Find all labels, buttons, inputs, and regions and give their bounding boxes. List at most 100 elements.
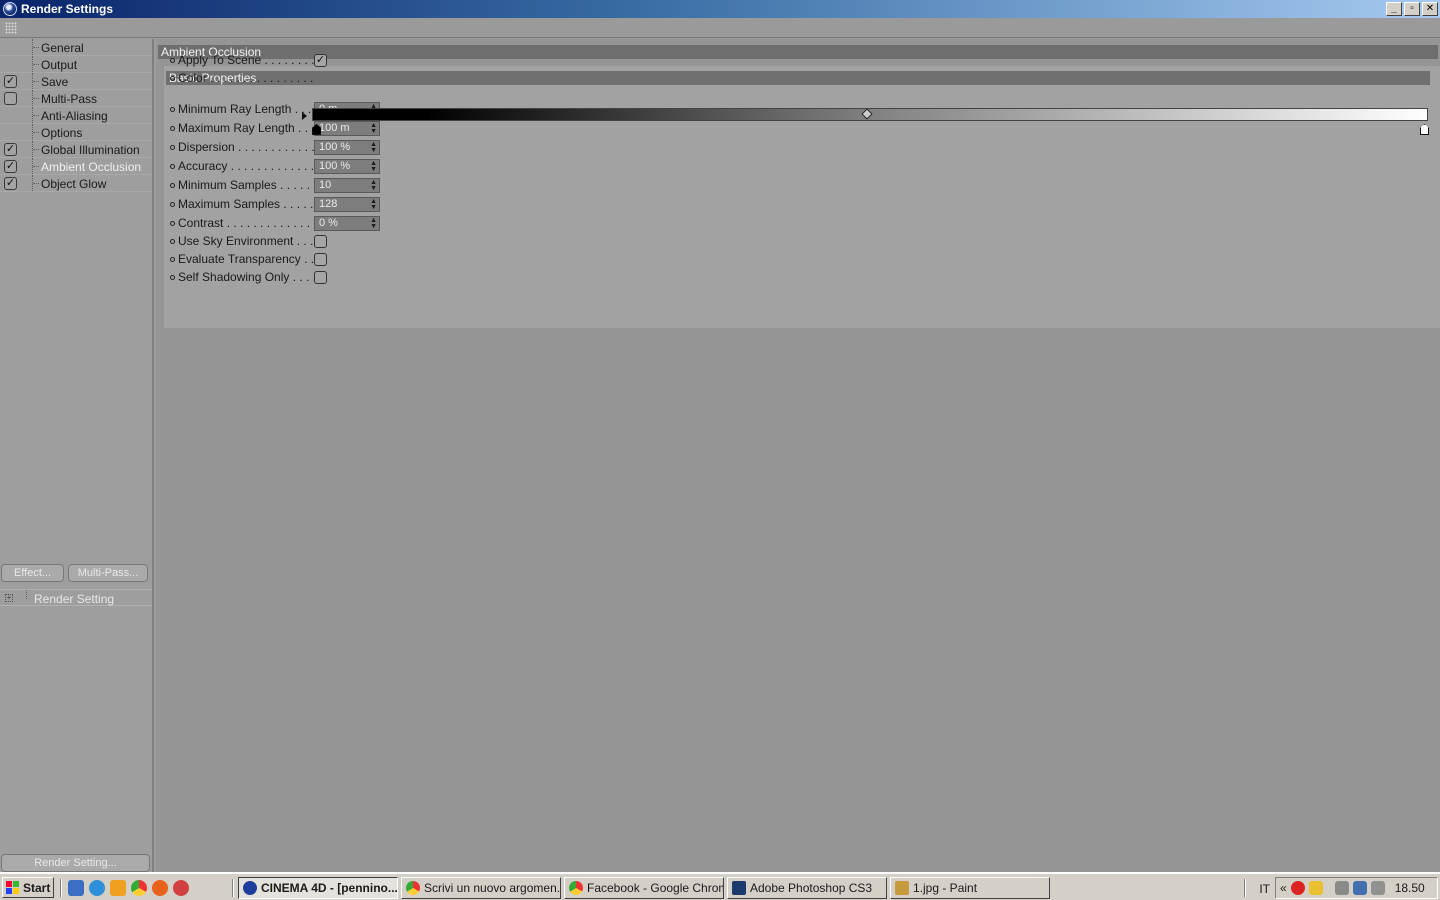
minimize-button[interactable]: _ xyxy=(1386,2,1402,16)
taskbar-task-0[interactable]: CINEMA 4D - [pennino... xyxy=(238,877,398,899)
animation-dot-icon[interactable] xyxy=(170,163,175,169)
animation-dot-icon[interactable] xyxy=(170,106,175,112)
effect-button[interactable]: Effect... xyxy=(1,564,64,582)
property-label: Contrast xyxy=(178,216,314,230)
sidebar-item-anti-aliasing[interactable]: Anti-Aliasing xyxy=(0,107,152,124)
property-label: Minimum Ray Length xyxy=(178,102,314,116)
property-label: Color xyxy=(178,71,314,85)
animation-dot-icon[interactable] xyxy=(170,144,175,150)
animation-dot-icon[interactable] xyxy=(170,220,175,226)
property-self-shadowing-only: Self Shadowing Only xyxy=(170,269,327,285)
checkmark-icon[interactable]: ✓ xyxy=(4,75,17,88)
stepper-arrows-icon[interactable]: ▲▼ xyxy=(370,179,377,192)
opera-icon[interactable] xyxy=(173,880,189,896)
taskbar-task-1[interactable]: Scrivi un nuovo argomen... xyxy=(401,877,561,899)
sidebar-item-object-glow[interactable]: ✓ Object Glow xyxy=(0,175,152,192)
property-label-text: Apply To Scene xyxy=(178,53,262,67)
sidebar-item-output[interactable]: Output xyxy=(0,56,152,73)
close-button[interactable]: ✕ xyxy=(1422,2,1438,16)
taskbar-task-3[interactable]: Adobe Photoshop CS3 xyxy=(727,877,887,899)
apply-to-scene-checkbox[interactable]: ✓ xyxy=(314,53,327,67)
sidebar-item-label: General xyxy=(41,41,84,55)
gradient-end-knot[interactable] xyxy=(1420,124,1429,135)
animation-dot-icon[interactable] xyxy=(170,238,175,244)
accuracy-field[interactable]: 100 % ▲ ▼ xyxy=(314,158,380,174)
dispersion-field[interactable]: 100 % ▲ ▼ xyxy=(314,139,380,155)
checkmark-icon[interactable]: ✓ xyxy=(4,143,17,156)
group-title[interactable]: Basic Properties xyxy=(166,71,1430,85)
stepper-arrows-icon[interactable]: ▲▼ xyxy=(370,198,377,211)
cinema4d-icon xyxy=(243,881,257,895)
color-gradient[interactable] xyxy=(312,108,1430,138)
checkmark-icon[interactable]: ✓ xyxy=(4,177,17,190)
sidebar-item-ambient-occlusion[interactable]: ✓ Ambient Occlusion xyxy=(0,158,152,175)
expand-arrow-icon[interactable] xyxy=(302,112,307,120)
animation-dot-icon[interactable] xyxy=(170,57,175,63)
self-shadowing-only-checkbox[interactable] xyxy=(314,270,327,284)
animation-dot-icon[interactable] xyxy=(170,201,175,207)
checkmark-icon[interactable]: ✓ xyxy=(4,160,17,173)
property-label-text: Minimum Samples xyxy=(178,178,277,192)
sidebar-item-multi-pass[interactable]: Multi-Pass xyxy=(0,90,152,107)
evaluate-transparency-checkbox[interactable] xyxy=(314,252,327,266)
stepper-arrows-icon[interactable]: ▲▼ xyxy=(370,217,377,230)
property-label: Maximum Samples xyxy=(178,197,314,211)
multipass-button[interactable]: Multi-Pass... xyxy=(68,564,148,582)
property-label-text: Minimum Ray Length xyxy=(178,102,292,116)
property-label-text: Evaluate Transparency xyxy=(178,252,301,266)
render-setting-button[interactable]: Render Setting... xyxy=(1,854,150,872)
network-icon[interactable] xyxy=(1352,881,1367,895)
animation-dot-icon[interactable] xyxy=(170,75,175,81)
taskbar-task-2[interactable]: Facebook - Google Chrome xyxy=(564,877,724,899)
contrast-field[interactable]: 0 % ▲ ▼ xyxy=(314,215,380,231)
stepper-arrows-icon[interactable]: ▲▼ xyxy=(370,160,377,173)
animation-dot-icon[interactable] xyxy=(170,125,175,131)
media-player-icon[interactable] xyxy=(110,880,126,896)
chrome-icon[interactable] xyxy=(131,880,147,896)
sidebar-item-save[interactable]: ✓ Save xyxy=(0,73,152,90)
sidebar-item-label: Options xyxy=(41,126,83,140)
property-label-text: Color xyxy=(178,71,207,85)
animation-dot-icon[interactable] xyxy=(170,182,175,188)
stepper-arrows-icon[interactable]: ▲▼ xyxy=(370,141,377,154)
maximum-samples-field[interactable]: 128 ▲ ▼ xyxy=(314,196,380,212)
section-title: Ambient Occlusion xyxy=(158,45,1438,59)
property-label: Evaluate Transparency xyxy=(178,252,314,266)
internet-explorer-icon[interactable] xyxy=(89,880,105,896)
render-setting-list-item[interactable]: + Render Setting xyxy=(0,589,152,606)
property-label: Use Sky Environment xyxy=(178,234,314,248)
sidebar-item-global-illumination[interactable]: ✓ Global Illumination xyxy=(0,141,152,158)
field-value: 128 xyxy=(319,197,338,210)
security-shield-icon[interactable] xyxy=(1308,881,1323,895)
main-panel: Ambient Occlusion Basic Properties Apply… xyxy=(156,39,1440,872)
use-sky-environment-checkbox[interactable] xyxy=(314,234,327,248)
property-color: Color xyxy=(170,70,314,86)
start-button[interactable]: Start xyxy=(2,877,54,898)
language-indicator[interactable]: IT xyxy=(1259,882,1270,896)
minimum-samples-field[interactable]: 10 ▲ ▼ xyxy=(314,177,380,193)
volume-icon[interactable] xyxy=(1370,881,1385,895)
antivirus-icon[interactable] xyxy=(1290,881,1305,895)
windows-logo-icon xyxy=(6,880,20,895)
sidebar-item-general[interactable]: General xyxy=(0,39,152,56)
taskbar-task-4[interactable]: 1.jpg - Paint xyxy=(890,877,1050,899)
clock[interactable]: 18.50 xyxy=(1395,881,1425,895)
tray-expand-icon[interactable]: « xyxy=(1280,881,1287,895)
gradient-start-knot[interactable] xyxy=(312,124,321,135)
grip-handle-icon[interactable] xyxy=(5,22,17,34)
firefox-icon[interactable] xyxy=(152,880,168,896)
sidebar-item-label: Ambient Occlusion xyxy=(41,160,142,174)
show-desktop-icon[interactable] xyxy=(68,880,84,896)
animation-dot-icon[interactable] xyxy=(170,274,175,280)
sidebar-item-options[interactable]: Options xyxy=(0,124,152,141)
tree-branch xyxy=(33,98,39,99)
checkbox[interactable] xyxy=(4,92,17,105)
sidebar-item-label: Anti-Aliasing xyxy=(41,109,108,123)
task-label: Adobe Photoshop CS3 xyxy=(750,881,873,895)
field-value: 100 % xyxy=(319,159,351,172)
usb-device-icon[interactable] xyxy=(1334,881,1349,895)
expand-icon[interactable]: + xyxy=(5,594,13,602)
animation-dot-icon[interactable] xyxy=(170,256,175,262)
system-tray: « 18.50 xyxy=(1275,877,1438,899)
maximize-button[interactable]: ▫ xyxy=(1404,2,1420,16)
